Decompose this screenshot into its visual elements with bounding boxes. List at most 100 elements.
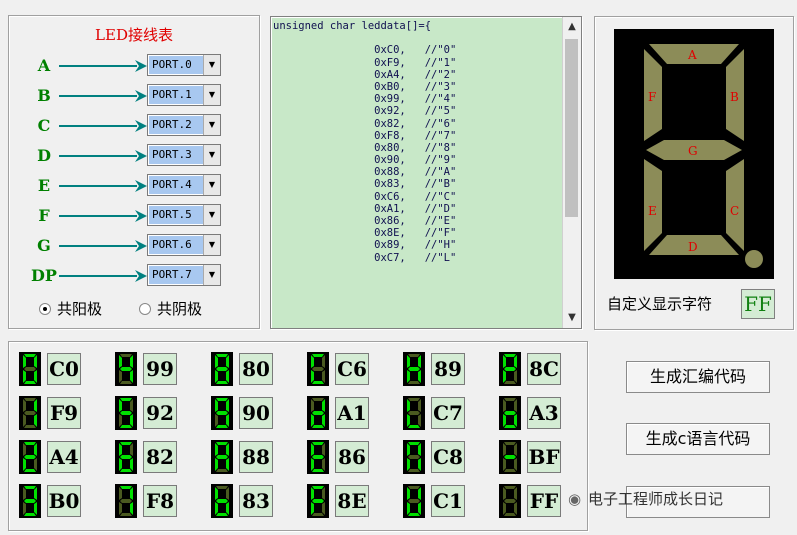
segment-code-cell[interactable]: C6	[307, 352, 387, 386]
segment-code-value: 88	[239, 441, 273, 473]
code-line: 0x8E, //"F"	[273, 227, 457, 240]
code-text: unsigned char leddata[]={ 0xC0, //"0" 0x…	[273, 20, 559, 326]
port-select-value: PORT.5	[149, 206, 203, 224]
segment-code-cell[interactable]: 89	[403, 352, 483, 386]
segment-code-cell[interactable]: 83	[211, 484, 291, 518]
segment-code-value: C7	[431, 397, 465, 429]
wechat-icon: ◉	[568, 490, 582, 508]
segment-code-cell[interactable]: 8E	[307, 484, 387, 518]
segment-code-cell[interactable]: 88	[211, 440, 291, 474]
chevron-down-icon[interactable]: ▼	[203, 145, 220, 165]
segment-pin-label: DP	[31, 266, 57, 285]
port-select[interactable]: PORT.4 ▼	[147, 174, 221, 196]
segment-code-value: 83	[239, 485, 273, 517]
segment-code-cell[interactable]: A1	[307, 396, 387, 430]
segment-label-b: B	[730, 90, 739, 104]
chevron-down-icon[interactable]: ▼	[203, 205, 220, 225]
big-seven-segment-display: A B C D E F G	[614, 29, 774, 279]
segment-code-value: F9	[47, 397, 81, 429]
segment-code-cell[interactable]: 92	[115, 396, 195, 430]
chevron-down-icon[interactable]: ▼	[203, 265, 220, 285]
segment-code-cell[interactable]: B0	[19, 484, 99, 518]
port-select[interactable]: PORT.6 ▼	[147, 234, 221, 256]
segment-label-d: D	[688, 240, 698, 254]
segment-code-value: B0	[47, 485, 81, 517]
wiring-row: G PORT.6 ▼	[9, 234, 259, 258]
code-line: 0xA1, //"D"	[273, 202, 457, 215]
code-output-textarea[interactable]: unsigned char leddata[]={ 0xC0, //"0" 0x…	[270, 16, 582, 329]
custom-char-label: 自定义显示字符	[607, 295, 713, 313]
segment-pin-label: A	[37, 56, 51, 75]
port-select[interactable]: PORT.5 ▼	[147, 204, 221, 226]
mini-seven-segment-icon	[115, 396, 137, 430]
segment-code-cell[interactable]: F9	[19, 396, 99, 430]
generate-asm-button[interactable]: 生成汇编代码	[626, 361, 770, 393]
mini-seven-segment-icon	[211, 484, 233, 518]
segment-code-value: BF	[527, 441, 561, 473]
segment-code-cell[interactable]: FF	[499, 484, 579, 518]
custom-char-input[interactable]: FF	[741, 289, 775, 319]
segment-code-cell[interactable]: C7	[403, 396, 483, 430]
mini-seven-segment-icon	[211, 440, 233, 474]
code-scrollbar[interactable]: ▲ ▼	[562, 17, 581, 328]
segment-pin-label: F	[38, 206, 50, 225]
mini-seven-segment-icon	[19, 396, 41, 430]
mini-seven-segment-icon	[403, 352, 425, 386]
common-anode-radio[interactable]: 共阳极	[39, 298, 102, 319]
chevron-down-icon[interactable]: ▼	[203, 55, 220, 75]
segment-code-cell[interactable]: 8C	[499, 352, 579, 386]
mini-seven-segment-icon	[19, 484, 41, 518]
port-select[interactable]: PORT.1 ▼	[147, 84, 221, 106]
segment-code-cell[interactable]: A3	[499, 396, 579, 430]
port-select[interactable]: PORT.2 ▼	[147, 114, 221, 136]
mini-seven-segment-icon	[499, 440, 521, 474]
port-select[interactable]: PORT.0 ▼	[147, 54, 221, 76]
generate-c-button[interactable]: 生成c语言代码	[626, 423, 770, 455]
mini-seven-segment-icon	[307, 484, 329, 518]
code-line: 0x90, //"9"	[273, 154, 457, 167]
segment-code-cell[interactable]: C0	[19, 352, 99, 386]
scroll-down-icon[interactable]: ▼	[563, 310, 581, 326]
segment-code-value: 90	[239, 397, 273, 429]
port-select[interactable]: PORT.7 ▼	[147, 264, 221, 286]
code-line: 0x89, //"H"	[273, 239, 457, 252]
segment-code-cell[interactable]: BF	[499, 440, 579, 474]
port-select[interactable]: PORT.3 ▼	[147, 144, 221, 166]
common-cathode-radio[interactable]: 共阴极	[139, 298, 202, 319]
segment-code-cell[interactable]: 82	[115, 440, 195, 474]
segment-dp[interactable]	[745, 250, 763, 268]
mini-seven-segment-icon	[211, 396, 233, 430]
segment-code-cell[interactable]: C8	[403, 440, 483, 474]
segment-pin-label: G	[37, 236, 51, 255]
segment-code-cell[interactable]: A4	[19, 440, 99, 474]
scroll-up-icon[interactable]: ▲	[563, 19, 581, 35]
arrow-right-icon	[59, 210, 147, 222]
watermark: ◉ 电子工程师成长日记	[568, 488, 723, 509]
scroll-thumb[interactable]	[565, 39, 578, 217]
code-line: 0x88, //"A"	[273, 166, 457, 179]
chevron-down-icon[interactable]: ▼	[203, 175, 220, 195]
segment-code-cell[interactable]: 80	[211, 352, 291, 386]
segment-code-cell[interactable]: F8	[115, 484, 195, 518]
chevron-down-icon[interactable]: ▼	[203, 115, 220, 135]
code-line: 0x99, //"4"	[273, 93, 457, 106]
mini-seven-segment-icon	[307, 352, 329, 386]
segment-code-value: 86	[335, 441, 369, 473]
mini-seven-segment-icon	[499, 396, 521, 430]
segment-pin-label: E	[37, 176, 51, 195]
segment-code-value: 80	[239, 353, 273, 385]
chevron-down-icon[interactable]: ▼	[203, 85, 220, 105]
watermark-text: 电子工程师成长日记	[588, 490, 724, 508]
segment-code-value: C0	[47, 353, 81, 385]
wiring-row: E PORT.4 ▼	[9, 174, 259, 198]
segment-code-cell[interactable]: 99	[115, 352, 195, 386]
segment-code-value: C8	[431, 441, 465, 473]
segment-code-cell[interactable]: 90	[211, 396, 291, 430]
code-line: 0x83, //"B"	[273, 178, 457, 191]
segment-code-cell[interactable]: 86	[307, 440, 387, 474]
common-anode-label: 共阳极	[57, 300, 103, 318]
segment-code-cell[interactable]: C1	[403, 484, 483, 518]
segment-label-e: E	[648, 204, 657, 218]
chevron-down-icon[interactable]: ▼	[203, 235, 220, 255]
code-line: 0xF8, //"7"	[273, 129, 457, 142]
